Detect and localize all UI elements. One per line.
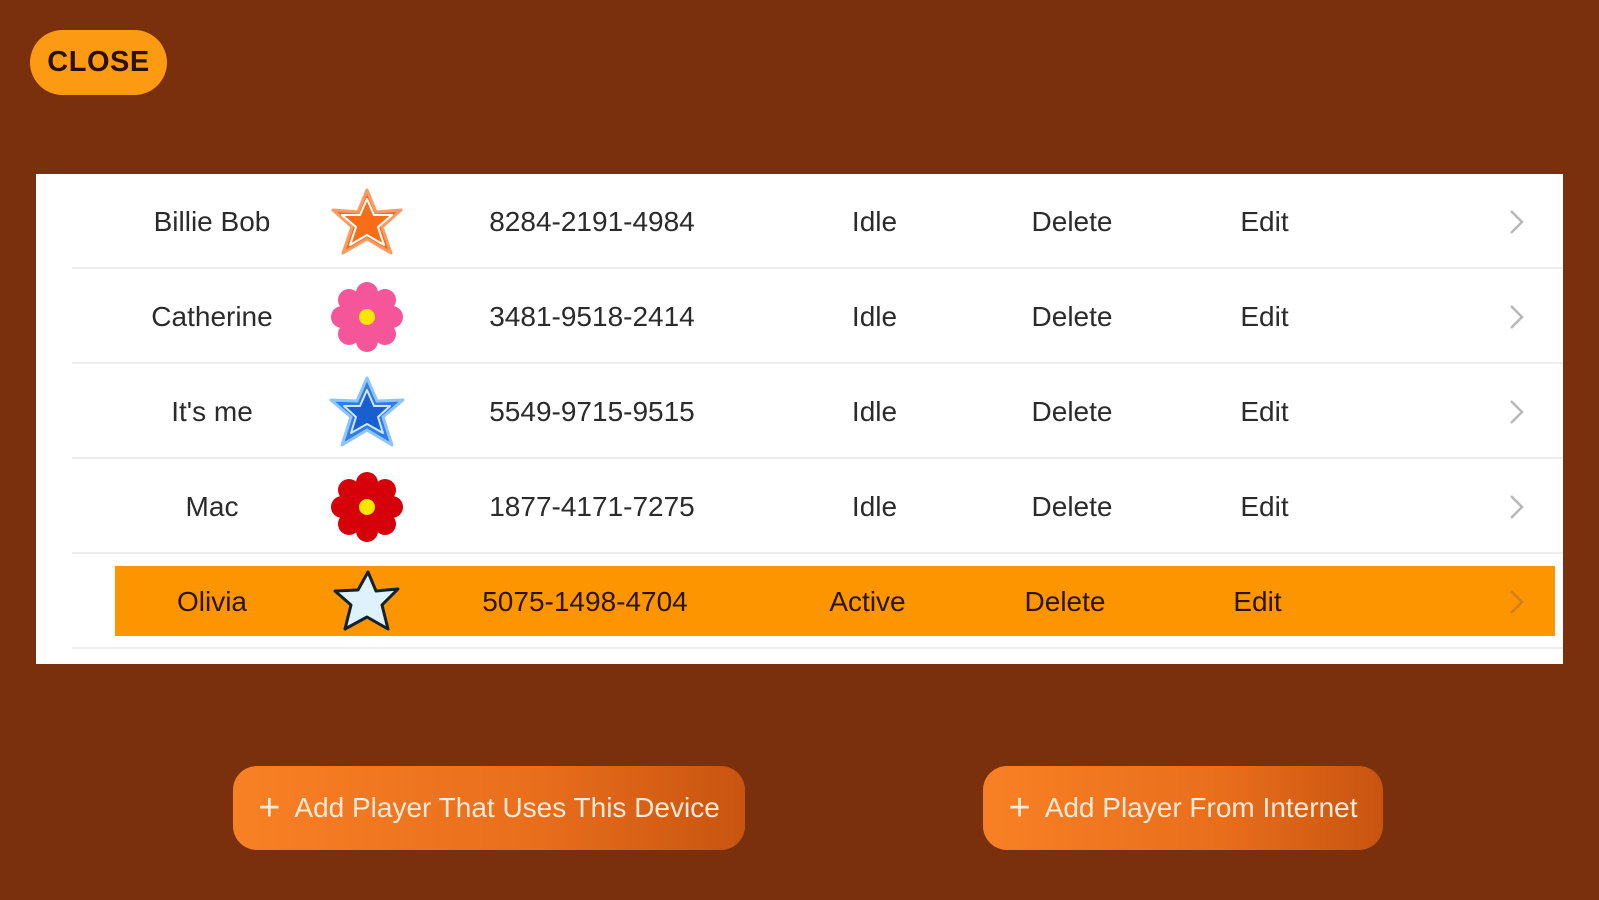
- player-code: 3481-9518-2414: [489, 300, 695, 332]
- player-status: Idle: [851, 300, 898, 332]
- orange-star-icon: [325, 174, 409, 269]
- close-button[interactable]: CLOSE: [30, 30, 167, 95]
- player-name: Billie Bob: [153, 205, 271, 237]
- player-name: It's me: [171, 395, 253, 427]
- pink-flower-icon: [325, 269, 409, 364]
- edit-button[interactable]: Edit: [1217, 269, 1312, 364]
- player-name: Mac: [185, 490, 239, 522]
- player-row-billie-bob[interactable]: Billie Bob 8284-2191-4984 Idle Delete Ed…: [72, 174, 1563, 269]
- light-blue-star-icon: [325, 554, 409, 649]
- player-row-catherine[interactable]: Catherine 3481-9518-2414 Idle Delete Edi…: [72, 269, 1563, 364]
- red-flower-icon: [325, 459, 409, 554]
- delete-button[interactable]: Delete: [1007, 269, 1137, 364]
- player-code: 1877-4171-7275: [489, 490, 695, 522]
- player-status: Idle: [851, 490, 898, 522]
- chevron-right-icon[interactable]: [1497, 459, 1537, 554]
- player-name: Catherine: [151, 300, 273, 332]
- edit-button[interactable]: Edit: [1217, 364, 1312, 459]
- row-divider: [72, 647, 1563, 649]
- delete-button[interactable]: Delete: [1007, 459, 1137, 554]
- plus-icon: +: [258, 787, 281, 829]
- delete-button[interactable]: Delete: [1007, 174, 1137, 269]
- chevron-right-icon[interactable]: [1497, 269, 1537, 364]
- player-status: Idle: [851, 395, 898, 427]
- add-player-device-button[interactable]: + Add Player That Uses This Device: [233, 766, 745, 850]
- player-list: Billie Bob 8284-2191-4984 Idle Delete Ed…: [36, 174, 1563, 664]
- player-status: Idle: [851, 205, 898, 237]
- player-code: 5549-9715-9515: [489, 395, 695, 427]
- player-row-its-me[interactable]: It's me 5549-9715-9515 Idle Delete Edit: [72, 364, 1563, 459]
- player-row-olivia[interactable]: Olivia 5075-1498-4704 Active Delete Edit: [72, 554, 1563, 649]
- player-row-mac[interactable]: Mac 1877-4171-7275 Idle Delete Edit: [72, 459, 1563, 554]
- add-player-internet-label: Add Player From Internet: [1044, 792, 1358, 823]
- delete-button[interactable]: Delete: [1000, 554, 1130, 649]
- player-name: Olivia: [176, 585, 247, 617]
- player-code: 8284-2191-4984: [489, 205, 695, 237]
- add-player-device-label: Add Player That Uses This Device: [294, 792, 720, 823]
- player-status: Active: [829, 585, 906, 617]
- edit-button[interactable]: Edit: [1217, 459, 1312, 554]
- chevron-right-icon[interactable]: [1497, 554, 1537, 649]
- edit-button[interactable]: Edit: [1210, 554, 1305, 649]
- chevron-right-icon[interactable]: [1497, 174, 1537, 269]
- add-player-internet-button[interactable]: + Add Player From Internet: [983, 766, 1383, 850]
- plus-icon: +: [1008, 787, 1031, 829]
- blue-star-icon: [325, 364, 409, 459]
- player-code: 5075-1498-4704: [482, 585, 688, 617]
- delete-button[interactable]: Delete: [1007, 364, 1137, 459]
- edit-button[interactable]: Edit: [1217, 174, 1312, 269]
- chevron-right-icon[interactable]: [1497, 364, 1537, 459]
